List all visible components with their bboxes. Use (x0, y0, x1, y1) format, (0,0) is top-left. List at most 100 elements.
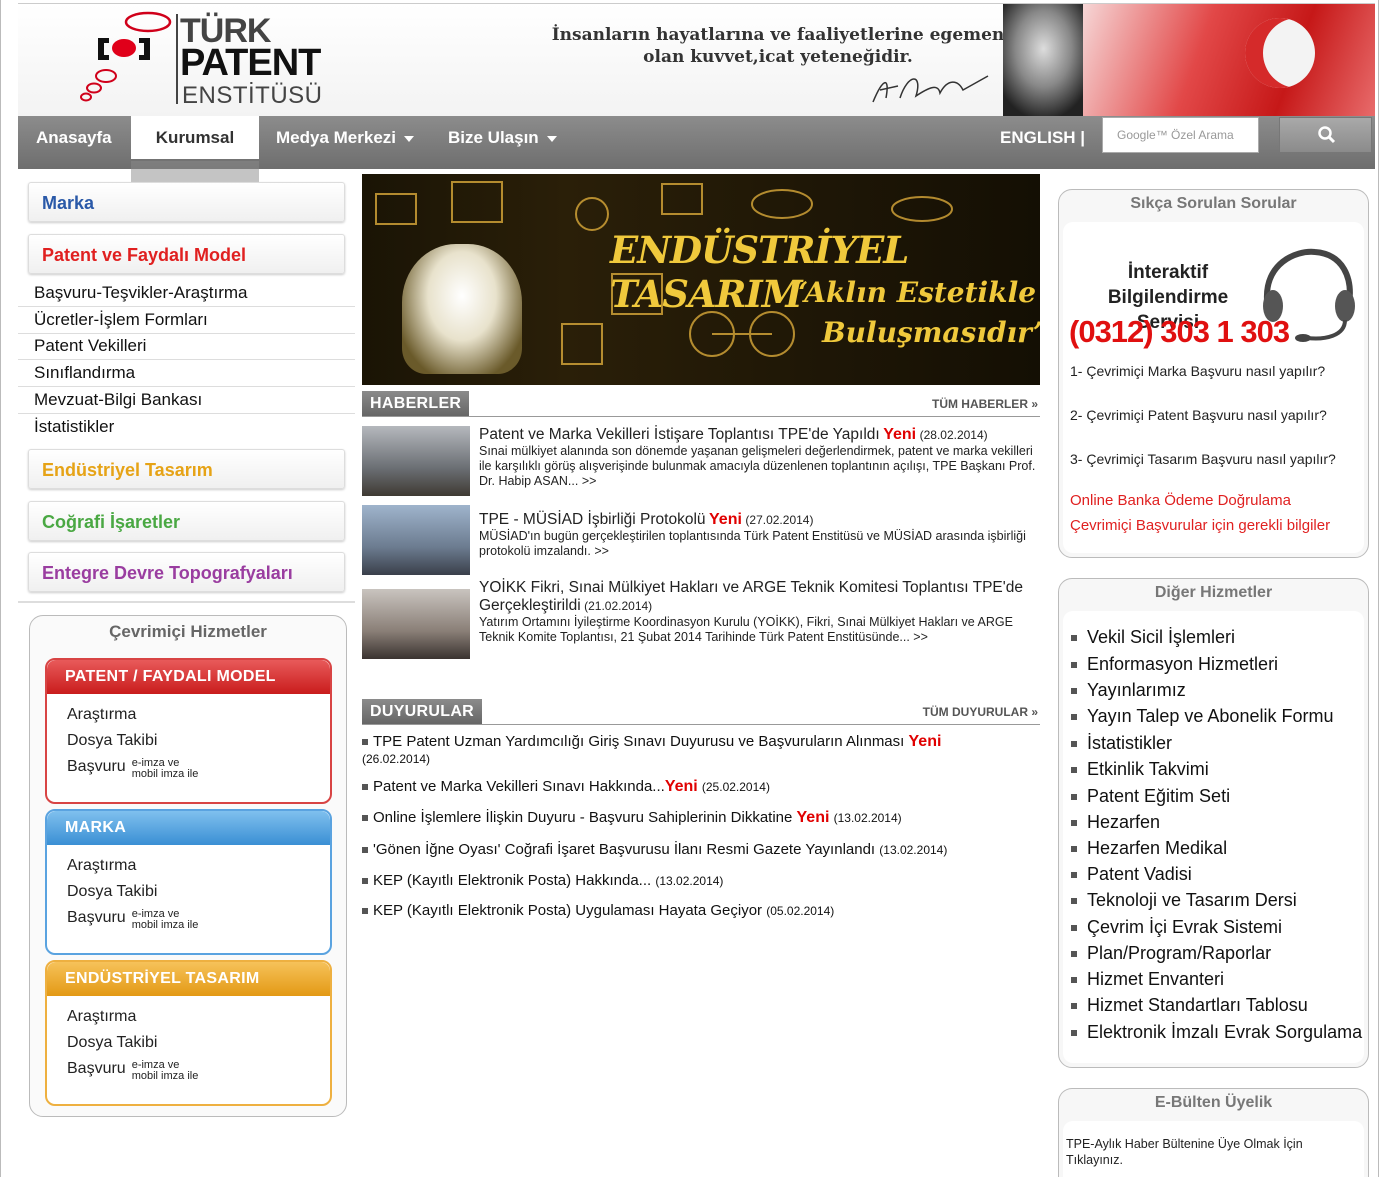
search-button[interactable] (1279, 117, 1372, 153)
online-bank-payment-link[interactable]: Online Banka Ödeme Doğrulama (1070, 492, 1291, 509)
service-link[interactable]: Hizmet Standartları Tablosu (1071, 995, 1308, 1016)
announcement-item[interactable]: KEP (Kayıtlı Elektronik Posta) Uygulamas… (362, 902, 1040, 920)
sidebar-link-istatistikler[interactable]: İstatistikler (18, 414, 355, 441)
sidebar-marka-button[interactable]: Marka (28, 182, 345, 222)
patent-basvuru-label: Başvuru (67, 758, 126, 775)
service-link[interactable]: Plan/Program/Raporlar (1071, 943, 1271, 964)
announcement-title: 'Gönen İğne Oyası' Coğrafi İşaret Başvur… (373, 841, 876, 858)
service-label: Plan/Program/Raporlar (1087, 943, 1272, 963)
announcement-title: TPE Patent Uzman Yardımcılığı Giriş Sına… (373, 733, 905, 750)
patent-arastirma-link[interactable]: Araştırma (67, 706, 136, 724)
service-link[interactable]: Hizmet Envanteri (1071, 969, 1224, 990)
ebulten-subscribe-link[interactable]: TPE-Aylık Haber Bültenine Üye Olmak İçin… (1066, 1136, 1356, 1168)
faq-question-2[interactable]: 2- Çevrimiçi Patent Başvuru nasıl yapılı… (1070, 407, 1360, 424)
nav-medya-merkezi[interactable]: Medya Merkezi (276, 116, 414, 159)
service-link[interactable]: Hezarfen Medikal (1071, 838, 1227, 859)
news-date: (28.02.2014) (919, 428, 988, 442)
online-application-info-link[interactable]: Çevrimiçi Başvurular için gerekli bilgil… (1070, 517, 1330, 534)
service-label: Hizmet Envanteri (1087, 969, 1225, 989)
nav-english[interactable]: ENGLISH | (1000, 116, 1085, 159)
announcement-item[interactable]: KEP (Kayıtlı Elektronik Posta) Hakkında.… (362, 872, 1040, 890)
quote-line-2: olan kuvvet,icat yeteneğidir. (643, 47, 913, 67)
online-box-patent-title: PATENT / FAYDALI MODEL (47, 660, 330, 694)
service-label: Çevrim İçi Evrak Sistemi (1087, 917, 1283, 937)
news-thumbnail[interactable] (362, 426, 470, 496)
sidebar-entegre-button[interactable]: Entegre Devre Topografyaları (28, 552, 345, 592)
sidebar-link-siniflandirma[interactable]: Sınıflandırma (18, 360, 355, 387)
news-thumbnail[interactable] (362, 589, 470, 659)
news-thumbnail[interactable] (362, 505, 470, 575)
marka-arastirma-link[interactable]: Araştırma (67, 857, 136, 875)
sidebar-patent-button[interactable]: Patent ve Faydalı Model (28, 234, 345, 274)
news-section-header: HABERLER TÜM HABERLER » (362, 391, 1040, 417)
marka-dosya-takibi-link[interactable]: Dosya Takibi (67, 883, 157, 901)
sidebar-link-basvuru[interactable]: Başvuru-Teşvikler-Araştırma (18, 280, 355, 307)
service-link[interactable]: Yayın Talep ve Abonelik Formu (1071, 706, 1333, 727)
online-box-marka: MARKA Araştırma Dosya Takibi Başvuru e-im… (45, 809, 332, 955)
tpe-logo[interactable]: TÜRK PATENT ENSTİTÜSÜ (78, 10, 338, 110)
sidebar-cografi-button[interactable]: Coğrafi İşaretler (28, 501, 345, 541)
faq-panel: Sıkça Sorulan Sorular İnteraktif Bilgile… (1058, 189, 1369, 558)
sidebar-link-vekiller[interactable]: Patent Vekilleri (18, 333, 355, 360)
announcement-date: (26.02.2014) (362, 752, 431, 766)
news-title-link[interactable]: Patent ve Marka Vekilleri İstişare Topla… (479, 426, 880, 443)
announcement-item[interactable]: 'Gönen İğne Oyası' Coğrafi İşaret Başvur… (362, 841, 1040, 859)
sidebar-link-mevzuat[interactable]: Mevzuat-Bilgi Bankası (18, 387, 355, 414)
bullet-icon (362, 739, 368, 746)
news-date: (21.02.2014) (584, 599, 653, 613)
patent-basvuru-link[interactable]: Başvuru e-imza ve mobil imza ile (67, 758, 198, 780)
announcement-item[interactable]: TPE Patent Uzman Yardımcılığı Giriş Sına… (362, 733, 1040, 768)
nav-kurumsal[interactable]: Kurumsal (131, 116, 259, 159)
online-services-title: Çevrimiçi Hizmetler (109, 622, 267, 641)
sidebar-endustriyel-button[interactable]: Endüstriyel Tasarım (28, 449, 345, 489)
patent-dosya-takibi-link[interactable]: Dosya Takibi (67, 732, 157, 750)
news-text: YOİKK Fikri, Sınai Mülkiyet Hakları ve A… (479, 579, 1039, 645)
tasarim-arastirma-link[interactable]: Araştırma (67, 1008, 136, 1026)
nav-bize-ulasin[interactable]: Bize Ulaşın (448, 116, 557, 159)
bullet-icon (1071, 688, 1077, 695)
faq-question-3[interactable]: 3- Çevrimiçi Tasarım Başvuru nasıl yapıl… (1070, 451, 1360, 468)
all-news-link[interactable]: TÜM HABERLER » (932, 397, 1038, 411)
announcement-item[interactable]: Online İşlemlere İlişkin Duyuru - Başvur… (362, 809, 1040, 827)
nav-medya-label: Medya Merkezi (276, 128, 396, 147)
service-link[interactable]: Enformasyon Hizmetleri (1071, 654, 1278, 675)
service-link[interactable]: Çevrim İçi Evrak Sistemi (1071, 917, 1282, 938)
nav-anasayfa[interactable]: Anasayfa (36, 116, 112, 159)
sidebar-divider (18, 601, 355, 603)
announcement-date: (25.02.2014) (701, 780, 770, 794)
search-input[interactable]: Google™ Özel Arama (1102, 117, 1259, 153)
service-link[interactable]: Vekil Sicil İşlemleri (1071, 627, 1235, 648)
bullet-icon (1071, 1003, 1077, 1010)
service-label: Hezarfen Medikal (1087, 838, 1228, 858)
news-item: TPE - MÜSİAD İşbirliği Protokolü Yeni (2… (362, 505, 1040, 577)
service-link[interactable]: Hezarfen (1071, 812, 1160, 833)
faq-question-1[interactable]: 1- Çevrimiçi Marka Başvuru nasıl yapılır… (1070, 363, 1360, 380)
news-title-link[interactable]: TPE - MÜSİAD İşbirliği Protokolü (479, 511, 706, 528)
marka-basvuru-link[interactable]: Başvuru e-imza ve mobil imza ile (67, 909, 198, 931)
bullet-icon (1071, 820, 1077, 827)
ataturk-signature-icon (872, 75, 989, 103)
bullet-icon (1071, 741, 1077, 748)
bullet-icon (1071, 714, 1077, 721)
sidebar-link-ucretler[interactable]: Ücretler-İşlem Formları (18, 307, 355, 334)
service-link[interactable]: Patent Eğitim Seti (1071, 786, 1230, 807)
announcement-item[interactable]: Patent ve Marka Vekilleri Sınavı Hakkınd… (362, 778, 1040, 796)
phone-number[interactable]: (0312) 303 1 303 (1069, 314, 1290, 350)
service-link[interactable]: Etkinlik Takvimi (1071, 759, 1209, 780)
service-link[interactable]: Elektronik İmzalı Evrak Sorgulama (1071, 1022, 1362, 1043)
tasarim-basvuru-link[interactable]: Başvuru e-imza ve mobil imza ile (67, 1060, 198, 1082)
logo-divider (176, 14, 178, 104)
service-link[interactable]: Yayınlarımız (1071, 680, 1186, 701)
other-services-content: Vekil Sicil İşlemleri Enformasyon Hizmet… (1063, 611, 1364, 1063)
news-title-link[interactable]: YOİKK Fikri, Sınai Mülkiyet Hakları ve A… (479, 579, 1023, 614)
endustriyel-tasarim-banner[interactable]: ENDÜSTRİYEL TASARIM “Aklın Estetikle Bul… (362, 174, 1040, 385)
service-label: İstatistikler (1087, 733, 1173, 753)
service-link[interactable]: Patent Vadisi (1071, 864, 1192, 885)
tasarim-dosya-takibi-link[interactable]: Dosya Takibi (67, 1034, 157, 1052)
marka-basvuru-label: Başvuru (67, 909, 126, 926)
service-link[interactable]: Teknoloji ve Tasarım Dersi (1071, 890, 1297, 911)
bullet-icon (362, 784, 368, 791)
all-announcements-link[interactable]: TÜM DUYURULAR » (923, 705, 1038, 719)
service-link[interactable]: İstatistikler (1071, 733, 1172, 754)
turkish-flag-image (1083, 4, 1375, 116)
